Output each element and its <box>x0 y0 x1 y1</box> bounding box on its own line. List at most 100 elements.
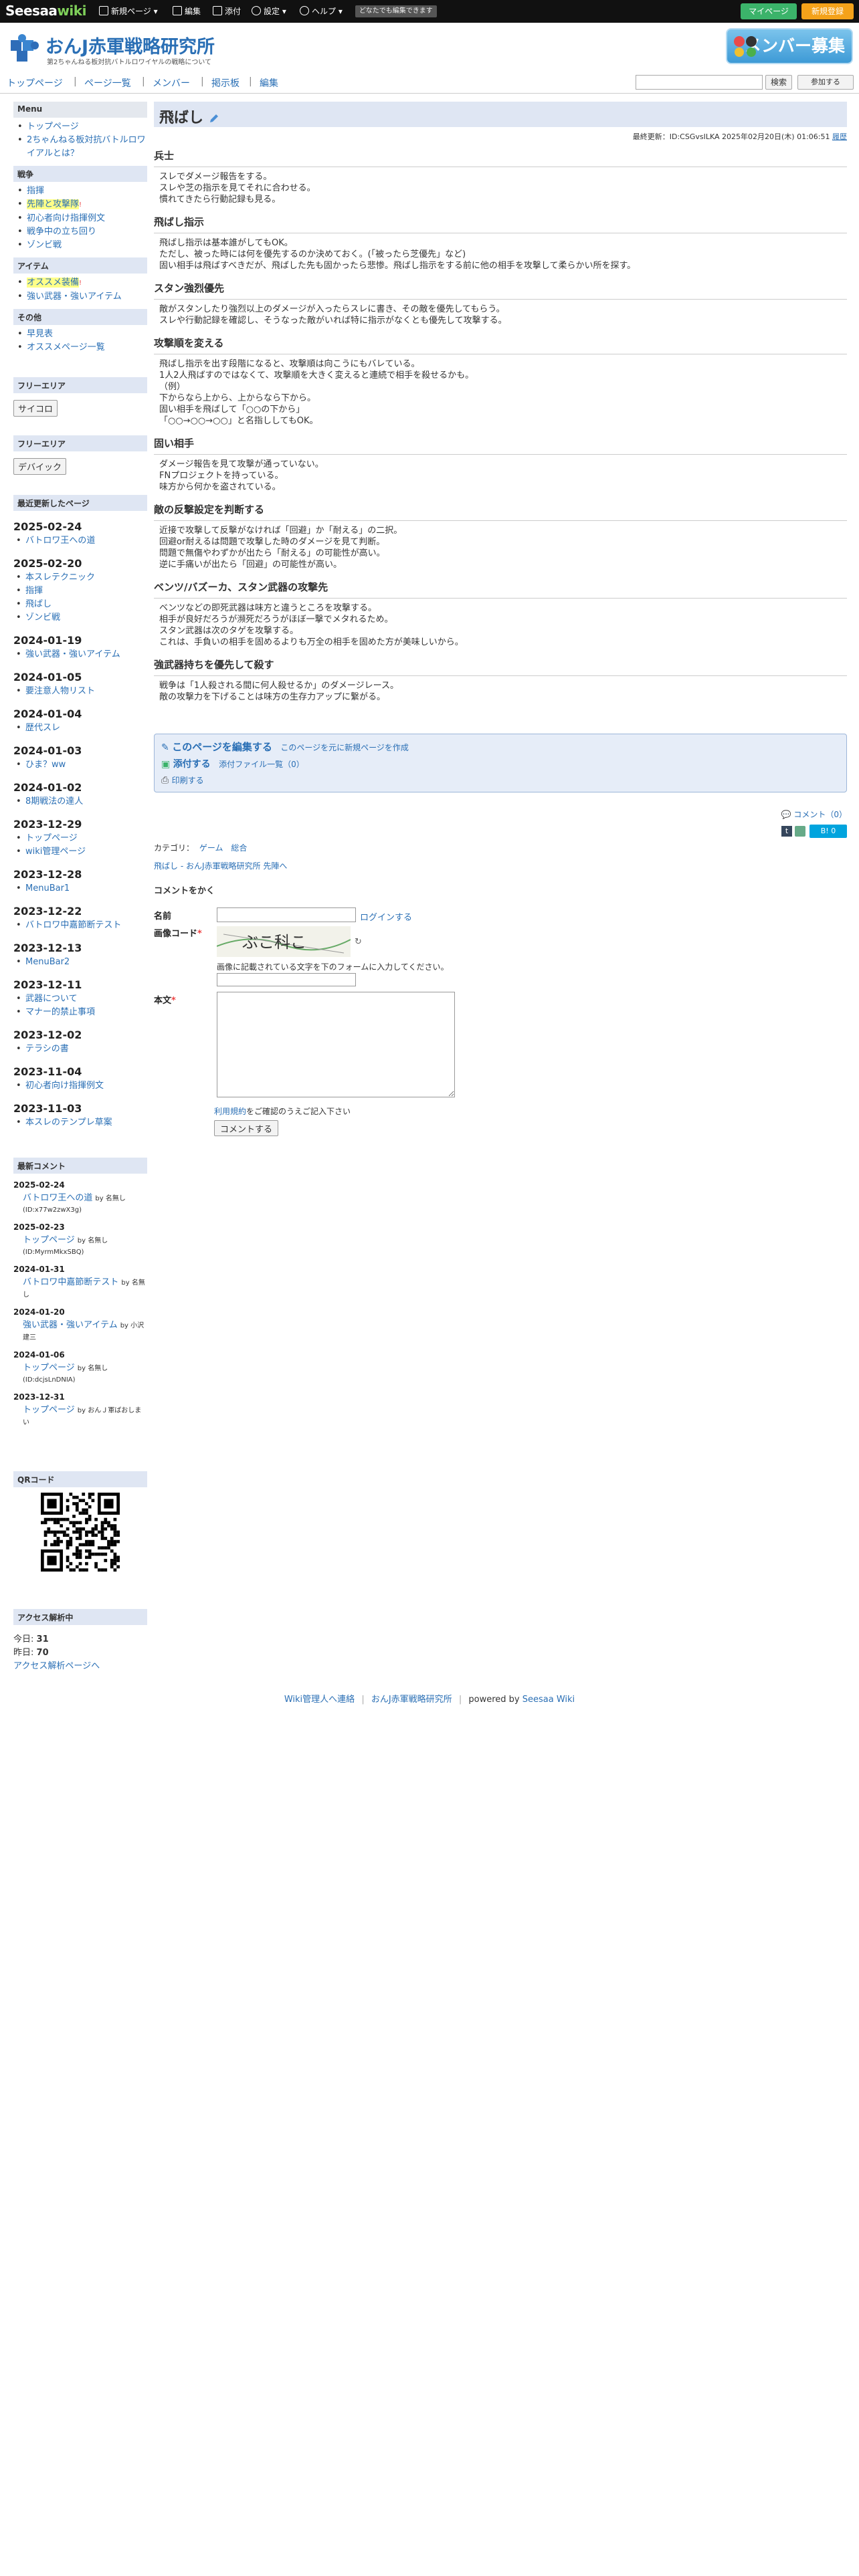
recent-page-link[interactable]: ゾンビ戦 <box>25 613 60 623</box>
sidebar-link[interactable]: 戦争中の立ち回り <box>27 227 96 237</box>
attach-list-link[interactable]: 添付ファイル一覧（0） <box>219 760 304 769</box>
comment-link[interactable]: コメント（0） <box>793 810 847 819</box>
footer-site-link[interactable]: おんJ赤軍戦略研究所 <box>371 1695 452 1705</box>
sidebar-link[interactable]: 早見表 <box>27 329 53 339</box>
article-section: 敵の反撃設定を判断する 近接で攻撃して反撃がなければ「回避」か「耐える」の二択。回… <box>154 502 847 574</box>
nav-top-page[interactable]: トップページ <box>7 76 63 90</box>
recent-page-link[interactable]: バトロワ王への道 <box>25 536 95 546</box>
puzzle-logo-icon[interactable] <box>8 32 40 63</box>
edit-button[interactable]: 編集 <box>173 5 201 17</box>
body-textarea[interactable] <box>217 992 455 1097</box>
history-link[interactable]: 履歴 <box>832 132 847 141</box>
recent-page-link[interactable]: 8期戦法の達人 <box>25 796 83 807</box>
recent-page-link[interactable]: バトロワ中嘉節断テスト <box>25 920 121 930</box>
logo-text: Seesaa <box>5 3 58 19</box>
mypage-button[interactable]: マイページ <box>741 3 797 19</box>
comment-page-link[interactable]: バトロワ王への道 <box>23 1193 92 1203</box>
hatena-bookmark-button[interactable]: B! 0 <box>809 825 847 838</box>
recent-page-list: 本スレのテンプレ草案 <box>13 1115 147 1130</box>
comment-page-link[interactable]: 強い武器・強いアイテム <box>23 1320 118 1330</box>
search-button[interactable]: 検索 <box>765 75 792 90</box>
refresh-captcha-icon[interactable]: ↻ <box>355 937 362 947</box>
edit-row: ✎ このページを編集する このページを元に新規ページを作成 <box>161 740 840 757</box>
recent-page-link[interactable]: マナー的禁止事項 <box>25 1007 95 1017</box>
item-list: オススメ装備! 強い武器・強いアイテム <box>13 274 147 309</box>
member-recruit-banner[interactable]: メンバー募集 <box>726 28 853 64</box>
recent-page-link[interactable]: 本スレテクニック <box>25 572 95 582</box>
section-line: 回避or耐えるは問題で攻撃した時のダメージを見て判断。 <box>159 537 385 547</box>
help-menu[interactable]: ヘルプ ▾ <box>300 5 343 17</box>
attach-button[interactable]: 添付 <box>213 5 241 17</box>
site-title[interactable]: おんJ赤軍戦略研究所 <box>45 32 215 58</box>
nav-edit[interactable]: 編集 <box>260 76 278 90</box>
sidebar-link[interactable]: 指揮 <box>27 186 44 196</box>
new-from-page-link[interactable]: このページを元に新規ページを作成 <box>280 743 409 752</box>
recent-date: 2023-12-11 <box>13 978 82 991</box>
recent-page-link[interactable]: MenuBar2 <box>25 957 70 967</box>
tumblr-icon[interactable]: t <box>781 826 792 837</box>
nav-board[interactable]: 掲示板 <box>211 76 240 90</box>
recent-page-link[interactable]: トップページ <box>25 833 78 843</box>
recent-page-link[interactable]: 本スレのテンプレ草案 <box>25 1117 112 1128</box>
category-link[interactable]: 総合 <box>231 843 247 853</box>
search-input[interactable] <box>636 75 763 90</box>
comment-page-link[interactable]: トップページ <box>23 1363 75 1373</box>
sidebar-link[interactable]: 2ちゃんねる板対抗バトルロワイアルとは？ <box>27 135 146 158</box>
settings-menu[interactable]: 設定 ▾ <box>252 5 286 17</box>
recent-page-link[interactable]: 指揮 <box>25 586 43 596</box>
recent-page-link[interactable]: テラシの書 <box>25 1044 69 1054</box>
comment-page-link[interactable]: バトロワ中嘉節断テスト <box>23 1277 118 1287</box>
sidebar-link[interactable]: オススメ装備 <box>27 278 80 288</box>
sidebar-link[interactable]: 強い武器・強いアイテム <box>27 292 122 302</box>
dice-button[interactable]: サイコロ <box>13 400 58 417</box>
login-link[interactable]: ログインする <box>360 910 412 923</box>
breadcrumb-link[interactable]: 飛ばし - おんJ赤軍戦略研究所 先陣へ <box>154 861 287 871</box>
sidebar-link[interactable]: ゾンビ戦 <box>27 240 62 250</box>
register-button[interactable]: 新規登録 <box>801 3 854 19</box>
recent-page-link[interactable]: 飛ばし <box>25 599 52 609</box>
debuff-button[interactable]: デバイック <box>13 458 67 475</box>
article-section: スタン強烈優先 敵がスタンしたり強烈以上のダメージが入ったらスレに書き、その敵を優… <box>154 281 847 330</box>
recent-page-link[interactable]: 武器について <box>25 994 78 1004</box>
recent-page-link[interactable]: 要注意人物リスト <box>25 686 95 696</box>
recent-page-link[interactable]: ひま？ww <box>25 760 66 770</box>
list-item: ゾンビ戦 <box>16 611 147 625</box>
captcha-input[interactable] <box>217 973 356 986</box>
name-input[interactable] <box>217 907 356 922</box>
sidebar-link[interactable]: 初心者向け指揮例文 <box>27 213 105 223</box>
recent-page-link[interactable]: 初心者向け指揮例文 <box>25 1081 104 1091</box>
edit-page-link[interactable]: このページを編集する <box>172 741 272 753</box>
comment-page-link[interactable]: トップページ <box>23 1405 75 1415</box>
today-count: 今日: 31 <box>13 1633 147 1646</box>
print-link[interactable]: 印刷する <box>172 776 204 785</box>
recent-page-link[interactable]: 歴代スレ <box>25 723 60 733</box>
nav-page-list[interactable]: ページ一覧 <box>84 76 131 90</box>
sidebar-link[interactable]: オススメページ一覧 <box>27 342 105 352</box>
category-link[interactable]: ゲーム <box>199 843 223 853</box>
recent-page-link[interactable]: wiki管理ページ <box>25 847 86 857</box>
contact-admin-link[interactable]: Wiki管理人へ連絡 <box>284 1695 355 1705</box>
attach-link[interactable]: 添付する <box>173 759 211 770</box>
new-page-menu[interactable]: 新規ページ ▾ <box>99 5 158 17</box>
settings-label: 設定 <box>264 7 280 16</box>
submit-comment-button[interactable]: コメントする <box>214 1120 279 1136</box>
captcha-label-text: 画像コード <box>154 929 198 939</box>
recent-page-link[interactable]: MenuBar1 <box>25 883 70 893</box>
access-link[interactable]: アクセス解析ページへ <box>13 1661 100 1671</box>
join-button[interactable]: 参加する <box>797 75 854 90</box>
line-icon[interactable] <box>795 826 805 837</box>
recent-page-link[interactable]: 強い武器・強いアイテム <box>25 649 120 659</box>
nav-members[interactable]: メンバー <box>153 76 190 90</box>
sidebar-link[interactable]: 先陣と攻撃隊 <box>27 199 80 209</box>
section-body: 飛ばし指示を出す段階になると、攻撃順は向こうにもバレている。 1人2人飛ばすのでは… <box>154 354 847 431</box>
seesaa-wiki-logo[interactable]: Seesaawiki <box>5 3 86 19</box>
seesaa-wiki-link[interactable]: Seesaa Wiki <box>522 1695 575 1705</box>
terms-link[interactable]: 利用規約 <box>214 1107 246 1116</box>
comment-page-link[interactable]: トップページ <box>23 1235 75 1245</box>
list-item: MenuBar1 <box>16 882 147 895</box>
pencil-icon[interactable] <box>209 113 219 124</box>
sidebar-link[interactable]: トップページ <box>27 122 79 132</box>
footer: Wiki管理人へ連絡 | おんJ赤軍戦略研究所 | powered by See… <box>0 1692 859 1705</box>
list-item: 要注意人物リスト <box>16 685 147 698</box>
sidebar-heading-comments: 最新コメント <box>13 1158 147 1174</box>
